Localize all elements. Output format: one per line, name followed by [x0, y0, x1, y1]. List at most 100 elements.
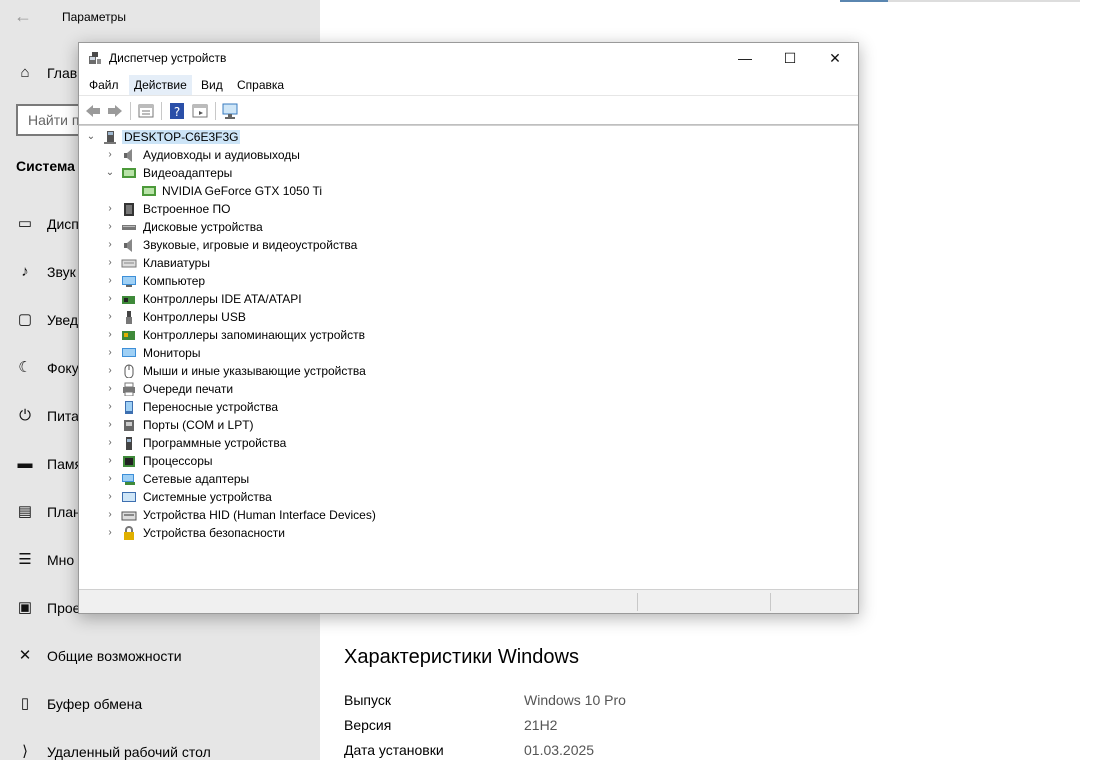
collapse-chevron-icon[interactable]: ›	[104, 220, 116, 234]
windows-spec-heading: Характеристики Windows	[344, 646, 579, 668]
tree-item[interactable]: › Устройства безопасности	[79, 524, 858, 542]
ide-controller-icon	[122, 296, 135, 304]
back-arrow-icon[interactable]: ←	[14, 6, 34, 26]
collapse-chevron-icon[interactable]: ›	[104, 472, 116, 486]
view-icon[interactable]	[191, 102, 209, 120]
collapse-chevron-icon[interactable]: ›	[104, 400, 116, 414]
sidebar-item-label: Пита	[47, 408, 79, 424]
portable-device-icon	[125, 401, 133, 414]
collapse-chevron-icon[interactable]: ›	[104, 454, 116, 468]
collapse-chevron-icon[interactable]: ›	[104, 148, 116, 162]
system-device-icon	[122, 492, 136, 502]
spec-value: 01.03.2025	[524, 742, 595, 758]
sidebar-item-label: Фоку	[47, 360, 79, 376]
tree-item[interactable]: › Программные устройства	[79, 434, 858, 452]
collapse-chevron-icon[interactable]: ›	[104, 526, 116, 540]
collapse-chevron-icon[interactable]: ›	[104, 364, 116, 378]
tree-item[interactable]: › Порты (COM и LPT)	[79, 416, 858, 434]
collapse-chevron-icon[interactable]: ›	[104, 256, 116, 270]
tree-item-label: Процессоры	[143, 454, 213, 468]
tree-item[interactable]: › Устройства HID (Human Interface Devices…	[79, 506, 858, 524]
sound-device-icon	[124, 239, 132, 252]
focus-icon: ☾	[18, 359, 32, 376]
collapse-chevron-icon[interactable]: ›	[104, 328, 116, 342]
tablet-icon: ▤	[17, 503, 33, 520]
audio-io-icon	[124, 149, 132, 162]
collapse-chevron-icon[interactable]: ›	[104, 382, 116, 396]
collapse-chevron-icon[interactable]: ›	[104, 490, 116, 504]
security-device-icon	[124, 526, 134, 540]
collapse-chevron-icon[interactable]: ›	[104, 346, 116, 360]
back-arrow-icon[interactable]	[84, 102, 102, 120]
tree-item[interactable]: ⌄ Видеоадаптеры	[79, 164, 858, 182]
tree-item[interactable]: › Мыши и иные указывающие устройства	[79, 362, 858, 380]
tree-item[interactable]: › Звуковые, игровые и видеоустройства	[79, 236, 858, 254]
tree-item-label: Порты (COM и LPT)	[143, 418, 254, 432]
title-bar[interactable]: Диспетчер устройств — ☐ ✕	[79, 43, 858, 73]
tree-item-label: Встроенное ПО	[143, 202, 231, 216]
power-icon: ⏻	[19, 407, 31, 424]
collapse-chevron-icon[interactable]: ›	[104, 202, 116, 216]
mouse-icon	[124, 364, 134, 378]
collapse-chevron-icon[interactable]: ›	[104, 292, 116, 306]
tree-child-item[interactable]: NVIDIA GeForce GTX 1050 Ti	[79, 182, 858, 200]
tree-item[interactable]: › Очереди печати	[79, 380, 858, 398]
tree-item[interactable]: › Аудиовходы и аудиовыходы	[79, 146, 858, 164]
tree-item[interactable]: › Контроллеры IDE ATA/ATAPI	[79, 290, 858, 308]
sidebar-item[interactable]: ⟩ Удаленный рабочий стол	[0, 732, 320, 760]
menu-bar: Файл Действие Вид Справка	[79, 73, 858, 95]
tree-item-label: Программные устройства	[143, 436, 287, 450]
home-icon: ⌂	[20, 64, 30, 81]
menu-item[interactable]: Справка	[232, 75, 289, 95]
tree-item-label: Видеоадаптеры	[143, 166, 233, 180]
properties-icon[interactable]	[137, 102, 155, 120]
display-icon: ▭	[17, 215, 33, 232]
minimize-button[interactable]: —	[722, 43, 768, 73]
tree-item-label: Устройства безопасности	[143, 526, 285, 540]
tree-item[interactable]: › Встроенное ПО	[79, 200, 858, 218]
menu-item[interactable]: Файл	[84, 75, 124, 95]
collapse-chevron-icon[interactable]: ›	[104, 418, 116, 432]
maximize-button[interactable]: ☐	[767, 43, 813, 73]
spec-key: Выпуск	[344, 692, 391, 708]
collapse-chevron-icon[interactable]: ›	[104, 436, 116, 450]
notifications-icon: ▢	[17, 311, 33, 328]
device-manager-window: Диспетчер устройств — ☐ ✕ Файл Действие Ви…	[78, 42, 859, 614]
tree-item[interactable]: › Компьютер	[79, 272, 858, 290]
scan-hardware-icon[interactable]	[222, 102, 240, 120]
expand-chevron-icon[interactable]: ⌄	[85, 130, 97, 144]
menu-item[interactable]: Действие	[129, 75, 192, 95]
tree-item[interactable]: › Сетевые адаптеры	[79, 470, 858, 488]
monitor-icon	[122, 348, 136, 357]
storage-icon: ▬	[17, 455, 33, 472]
tree-item[interactable]: › Переносные устройства	[79, 398, 858, 416]
tree-item[interactable]: › Процессоры	[79, 452, 858, 470]
tree-item[interactable]: › Мониторы	[79, 344, 858, 362]
tree-item[interactable]: › Системные устройства	[79, 488, 858, 506]
expand-chevron-icon[interactable]: ⌄	[104, 166, 116, 180]
tree-item[interactable]: › Клавиатуры	[79, 254, 858, 272]
sidebar-item[interactable]: ▯ Буфер обмена	[0, 684, 320, 724]
close-button[interactable]: ✕	[812, 43, 858, 73]
display-adapter-icon	[122, 168, 136, 178]
collapse-chevron-icon[interactable]: ›	[104, 310, 116, 324]
tree-item-label: Мыши и иные указывающие устройства	[143, 364, 366, 378]
help-icon[interactable]: ?	[168, 102, 186, 120]
sidebar-item-label: Общие возможности	[47, 648, 182, 664]
collapse-chevron-icon[interactable]: ›	[104, 274, 116, 288]
tree-root[interactable]: ⌄ DESKTOP-C6E3F3G	[79, 128, 858, 146]
tree-item[interactable]: › Контроллеры USB	[79, 308, 858, 326]
sidebar-item[interactable]: ✕ Общие возможности	[0, 636, 320, 676]
sound-icon: ♪	[21, 263, 29, 280]
sidebar-item-label: Удаленный рабочий стол	[47, 744, 211, 760]
storage-controller-icon	[122, 331, 135, 340]
tree-item[interactable]: › Дисковые устройства	[79, 218, 858, 236]
collapse-chevron-icon[interactable]: ›	[104, 238, 116, 252]
tree-item-label: Звуковые, игровые и видеоустройства	[143, 238, 358, 252]
collapse-chevron-icon[interactable]: ›	[104, 508, 116, 522]
menu-item[interactable]: Вид	[196, 75, 228, 95]
spec-value: 21H2	[524, 717, 558, 733]
forward-arrow-icon[interactable]	[106, 102, 124, 120]
tree-item[interactable]: › Контроллеры запоминающих устройств	[79, 326, 858, 344]
svg-text:?: ?	[174, 105, 180, 119]
